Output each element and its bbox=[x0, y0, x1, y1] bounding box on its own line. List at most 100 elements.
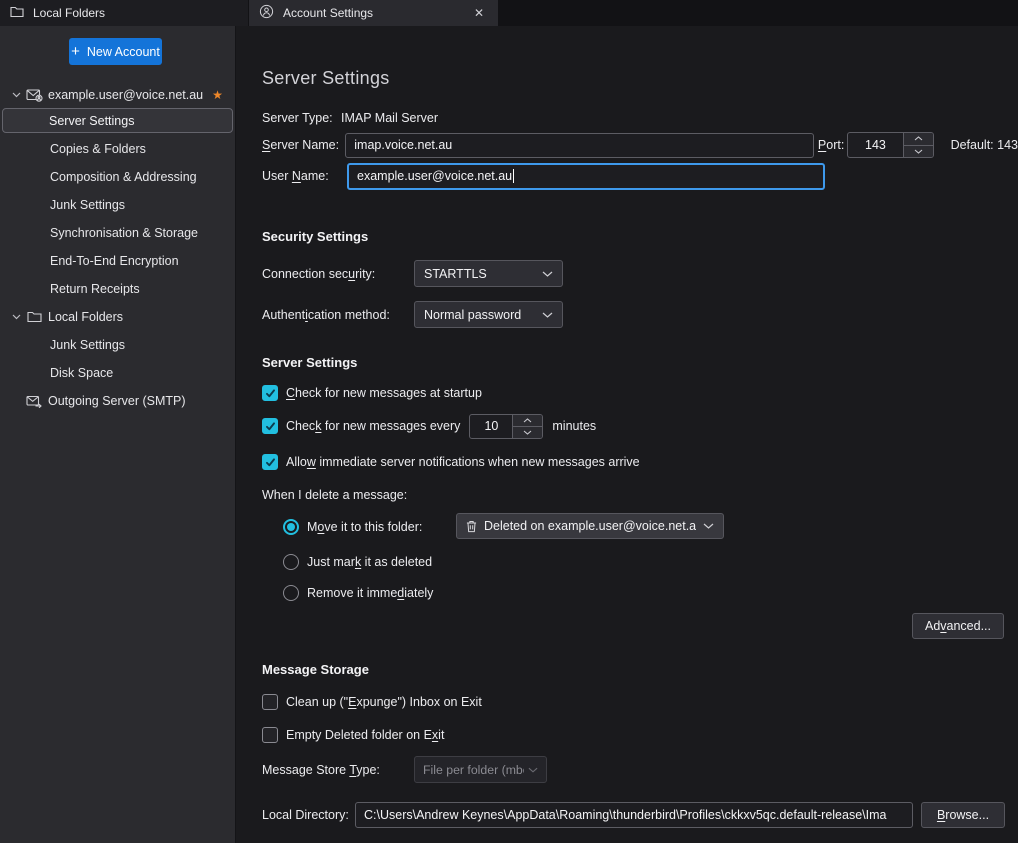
delete-message-label-row: When I delete a message: bbox=[262, 487, 407, 503]
local-directory-row: Local Directory: C:\Users\Andrew Keynes\… bbox=[262, 801, 1018, 828]
check-startup-row[interactable]: Check for new messages at startup bbox=[262, 384, 482, 402]
sidebar-item-label: Copies & Folders bbox=[50, 142, 146, 156]
radio-button[interactable] bbox=[283, 585, 299, 601]
sidebar-item-label: Return Receipts bbox=[50, 282, 140, 296]
check-notify-row[interactable]: Allow immediate server notifications whe… bbox=[262, 453, 640, 471]
check-empty-label: Empty Deleted folder on Exit bbox=[286, 728, 444, 742]
checkbox[interactable] bbox=[262, 694, 278, 710]
connection-security-row: Connection security: STARTTLS bbox=[262, 260, 563, 287]
sidebar-item-label: Composition & Addressing bbox=[50, 170, 197, 184]
radio-mark-row[interactable]: Just mark it as deleted bbox=[262, 553, 432, 571]
text-caret bbox=[513, 169, 514, 183]
minutes-label: minutes bbox=[552, 419, 596, 433]
checkbox[interactable] bbox=[262, 454, 278, 470]
check-startup-label: Check for new messages at startup bbox=[286, 386, 482, 400]
radio-move-row[interactable]: Move it to this folder: Deleted on examp… bbox=[262, 513, 992, 540]
port-spinner[interactable]: 143 bbox=[847, 132, 933, 158]
check-cleanup-row[interactable]: Clean up ("Expunge") Inbox on Exit bbox=[262, 693, 482, 711]
server-settings-heading: Server Settings bbox=[262, 355, 357, 370]
server-type-label: Server Type: bbox=[262, 111, 341, 125]
tab-local-folders[interactable]: Local Folders bbox=[0, 0, 248, 26]
sidebar-item-label: Server Settings bbox=[49, 114, 134, 128]
sidebar-item-end-to-end-encryption[interactable]: End-To-End Encryption bbox=[0, 248, 236, 274]
check-every-row[interactable]: Check for new messages every 10 minutes bbox=[262, 413, 596, 439]
server-type-value: IMAP Mail Server bbox=[341, 111, 438, 125]
sidebar-item-local-junk-settings[interactable]: Junk Settings bbox=[0, 332, 236, 358]
local-directory-value: C:\Users\Andrew Keynes\AppData\Roaming\t… bbox=[364, 808, 886, 822]
chevron-down-icon bbox=[542, 312, 553, 318]
checkbox[interactable] bbox=[262, 418, 278, 434]
sidebar-item-server-settings[interactable]: Server Settings bbox=[2, 108, 233, 133]
thunderbird-window: Local Folders Account Settings ✕ + New A… bbox=[0, 0, 1018, 843]
authentication-method-row: Authentication method: Normal password bbox=[262, 301, 563, 328]
sidebar-item-return-receipts[interactable]: Return Receipts bbox=[0, 276, 236, 302]
delete-folder-select[interactable]: Deleted on example.user@voice.net.au bbox=[456, 513, 724, 539]
check-every-label: Check for new messages every bbox=[286, 419, 460, 433]
sidebar-item-disk-space[interactable]: Disk Space bbox=[0, 360, 236, 386]
browse-button[interactable]: Browse... bbox=[921, 802, 1005, 828]
sidebar-item-label: Synchronisation & Storage bbox=[50, 226, 198, 240]
sidebar-item-label: Disk Space bbox=[50, 366, 113, 380]
tab-account-settings[interactable]: Account Settings ✕ bbox=[249, 0, 498, 26]
sidebar-item-composition-addressing[interactable]: Composition & Addressing bbox=[0, 164, 236, 190]
security-settings-heading: Security Settings bbox=[262, 229, 368, 244]
sidebar-item-synchronisation-storage[interactable]: Synchronisation & Storage bbox=[0, 220, 236, 246]
check-cleanup-label: Clean up ("Expunge") Inbox on Exit bbox=[286, 695, 482, 709]
chevron-down-icon bbox=[8, 314, 24, 320]
spin-up-button[interactable] bbox=[513, 415, 542, 427]
user-name-value: example.user@voice.net.au bbox=[357, 169, 512, 183]
server-type-row: Server Type: IMAP Mail Server bbox=[262, 110, 438, 126]
check-interval-spinner[interactable]: 10 bbox=[469, 414, 543, 439]
authentication-method-value: Normal password bbox=[424, 308, 535, 322]
server-name-value: imap.voice.net.au bbox=[354, 138, 452, 152]
spinner-buttons bbox=[903, 133, 933, 157]
spin-down-button[interactable] bbox=[904, 146, 933, 158]
spin-up-button[interactable] bbox=[904, 133, 933, 146]
chevron-down-icon bbox=[703, 523, 714, 529]
folder-icon bbox=[10, 6, 24, 21]
outgoing-server-icon bbox=[24, 395, 44, 408]
sidebar-item-outgoing-server[interactable]: Outgoing Server (SMTP) bbox=[0, 388, 236, 414]
checkbox[interactable] bbox=[262, 727, 278, 743]
connection-security-value: STARTTLS bbox=[424, 267, 535, 281]
connection-security-select[interactable]: STARTTLS bbox=[414, 260, 563, 287]
radio-move-label: Move it to this folder: bbox=[307, 520, 422, 534]
radio-button[interactable] bbox=[283, 554, 299, 570]
spinner-buttons bbox=[512, 415, 542, 438]
radio-remove-label: Remove it immediately bbox=[307, 586, 433, 600]
sidebar-account-row[interactable]: example.user@voice.net.au ★ bbox=[0, 82, 236, 108]
sidebar-local-folders-row[interactable]: Local Folders bbox=[0, 304, 236, 330]
store-type-value: File per folder (mbox) bbox=[423, 763, 524, 777]
server-settings-pane: Server Settings Server Type: IMAP Mail S… bbox=[236, 26, 1018, 843]
mail-account-icon bbox=[24, 89, 44, 102]
sidebar-item-label: Junk Settings bbox=[50, 338, 125, 352]
spin-down-button[interactable] bbox=[513, 427, 542, 438]
user-name-input[interactable]: example.user@voice.net.au bbox=[347, 163, 825, 190]
account-email-label: example.user@voice.net.au bbox=[48, 88, 203, 102]
check-empty-row[interactable]: Empty Deleted folder on Exit bbox=[262, 726, 444, 744]
server-name-input[interactable]: imap.voice.net.au bbox=[345, 133, 814, 158]
sidebar-item-label: Junk Settings bbox=[50, 198, 125, 212]
store-type-row: Message Store Type: File per folder (mbo… bbox=[262, 756, 547, 783]
message-storage-heading: Message Storage bbox=[262, 662, 369, 677]
radio-remove-row[interactable]: Remove it immediately bbox=[262, 584, 433, 602]
store-type-label: Message Store Type: bbox=[262, 763, 414, 777]
sidebar-item-label: End-To-End Encryption bbox=[50, 254, 179, 268]
chevron-down-icon bbox=[528, 767, 538, 773]
new-account-button[interactable]: + New Account bbox=[69, 38, 162, 65]
radio-mark-label: Just mark it as deleted bbox=[307, 555, 432, 569]
local-folders-label: Local Folders bbox=[48, 310, 123, 324]
close-icon[interactable]: ✕ bbox=[470, 4, 488, 22]
user-name-row: User Name: example.user@voice.net.au bbox=[262, 162, 825, 190]
advanced-button[interactable]: Advanced... bbox=[912, 613, 1004, 639]
delete-message-label: When I delete a message: bbox=[262, 488, 407, 502]
checkbox[interactable] bbox=[262, 385, 278, 401]
radio-button[interactable] bbox=[283, 519, 299, 535]
tab-label: Account Settings bbox=[283, 6, 373, 20]
chevron-down-icon bbox=[542, 271, 553, 277]
sidebar-item-junk-settings[interactable]: Junk Settings bbox=[0, 192, 236, 218]
authentication-method-select[interactable]: Normal password bbox=[414, 301, 563, 328]
local-directory-input[interactable]: C:\Users\Andrew Keynes\AppData\Roaming\t… bbox=[355, 802, 913, 828]
sidebar-item-copies-folders[interactable]: Copies & Folders bbox=[0, 136, 236, 162]
server-name-row: Server Name: imap.voice.net.au Port: 143… bbox=[262, 132, 1018, 158]
